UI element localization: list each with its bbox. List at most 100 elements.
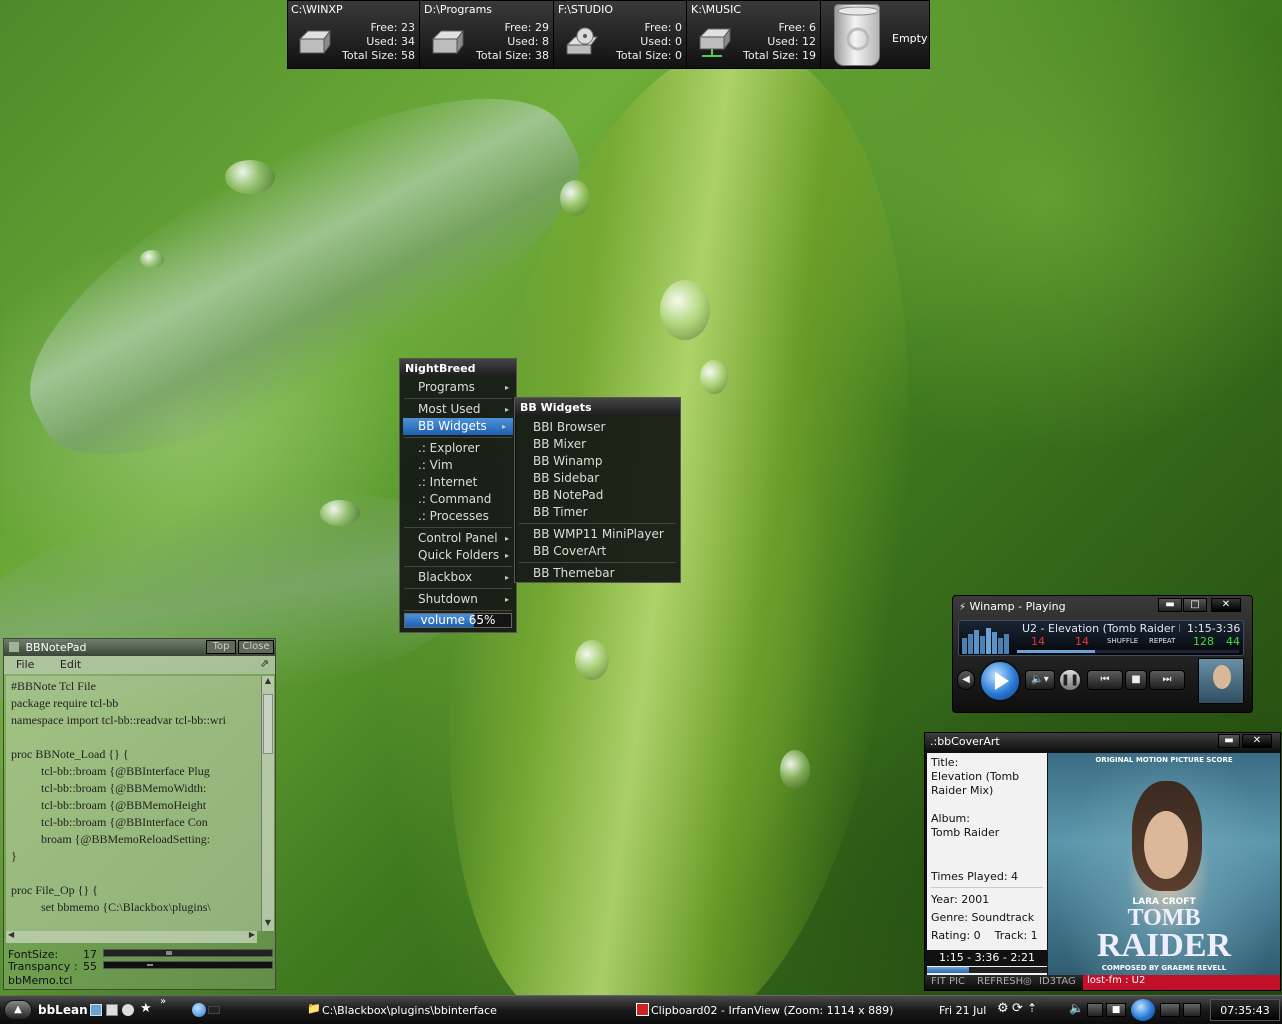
task-bbinterface[interactable]: C:\Blackbox\plugins\bbinterface	[322, 1004, 497, 1017]
play-button[interactable]	[979, 660, 1021, 702]
speaker-icon[interactable]: 🔈	[1069, 1001, 1084, 1015]
pause-button[interactable]: ❚❚	[1059, 669, 1081, 691]
scroll-left-icon[interactable]: ◀	[8, 930, 14, 939]
tray-next-icon[interactable]	[1160, 1003, 1180, 1017]
menu-item-command[interactable]: .: Command	[400, 491, 516, 508]
star-icon[interactable]: ★	[140, 1001, 152, 1016]
slider-thumb[interactable]	[147, 964, 153, 966]
menu-item-bb-notepad[interactable]: BB NotePad	[515, 487, 680, 504]
transparency-value: 55	[83, 960, 97, 973]
fontsize-slider[interactable]	[103, 949, 273, 957]
menu-item-bbi-browser[interactable]: BBI Browser	[515, 419, 680, 436]
menu-item-bb-mixer[interactable]: BB Mixer	[515, 436, 680, 453]
seek-bar[interactable]	[1017, 650, 1239, 653]
notepad-title-bar[interactable]: BBNotePad Top Close	[4, 639, 275, 656]
close-button[interactable]: ✕	[1242, 734, 1272, 748]
recycle-bin-icon[interactable]	[834, 4, 880, 66]
tray-prev-icon[interactable]	[1087, 1003, 1103, 1017]
maximize-button[interactable]: □	[1183, 598, 1207, 612]
id3tag-button[interactable]: ID3TAG	[1039, 976, 1076, 987]
arrow-circle-icon[interactable]	[192, 1003, 206, 1017]
scroll-up-icon[interactable]: ▲	[262, 676, 274, 689]
menu-item-processes[interactable]: .: Processes	[400, 508, 516, 525]
menu-item-control-panel[interactable]: Control Panel ▸	[400, 530, 516, 547]
menu-item-bb-widgets[interactable]: BB Widgets ▸	[403, 418, 513, 435]
notepad-text-area[interactable]: #BBNote Tcl File package require tcl-bb …	[6, 676, 261, 931]
menu-file[interactable]: File	[16, 658, 34, 671]
minimize-button[interactable]: ▬	[1158, 598, 1182, 612]
menu-item-bb-sidebar[interactable]: BB Sidebar	[515, 470, 680, 487]
cd-drive-icon	[565, 27, 598, 55]
menu-edit[interactable]: Edit	[60, 658, 81, 671]
pin-icon[interactable]: ⇗	[260, 657, 269, 670]
arrow-up-icon[interactable]: ⇡	[1027, 1001, 1037, 1015]
winamp-title-bar[interactable]: ⚡ Winamp - Playing	[959, 600, 1066, 613]
menu-item-bb-winamp[interactable]: BB Winamp	[515, 453, 680, 470]
menu-item-quick-folders[interactable]: Quick Folders ▸	[400, 547, 516, 564]
scroll-down-icon[interactable]: ▼	[262, 918, 274, 931]
volume-label: volume 65%	[420, 613, 496, 627]
drive-d[interactable]: D:\Programs Free: 29 Used: 8 Total Size:…	[421, 1, 554, 68]
start-orb-icon[interactable]: ▲	[4, 1000, 32, 1020]
close-button[interactable]: ✕	[1211, 598, 1241, 612]
winamp-widget: ⚡ Winamp - Playing ▬ □ ✕ U2 - Elevation …	[952, 595, 1253, 713]
horizontal-scrollbar[interactable]: ◀ ▶	[6, 930, 257, 943]
menu-item-label: Quick Folders	[418, 548, 500, 562]
menu-item-vim[interactable]: .: Vim	[400, 457, 516, 474]
menu-item-shutdown[interactable]: Shutdown ▸	[400, 591, 516, 608]
tray-eject-icon[interactable]	[1183, 1003, 1201, 1017]
fit-pic-button[interactable]: FIT PIC	[931, 976, 965, 987]
scroll-right-icon[interactable]: ▶	[249, 930, 255, 939]
menu-item-explorer[interactable]: .: Explorer	[400, 440, 516, 457]
gear-icon[interactable]: ⚙	[997, 1001, 1009, 1016]
slider-thumb[interactable]	[166, 951, 172, 955]
drive-c[interactable]: C:\WINXP Free: 23 Used: 34 Total Size: 5…	[288, 1, 420, 68]
expand-icon[interactable]: »	[160, 996, 166, 1007]
recycle-symbol-icon	[837, 6, 879, 51]
pager-box[interactable]	[208, 1006, 220, 1014]
clock-box[interactable]: 07:35:43	[1210, 999, 1280, 1021]
menu-item-most-used[interactable]: Most Used ▸	[400, 401, 516, 418]
tray-stop-icon[interactable]: ■	[1106, 1003, 1126, 1017]
vertical-scrollbar[interactable]: ▲ ▼	[261, 676, 274, 931]
task-irfanview[interactable]: Clipboard02 - IrfanView (Zoom: 1114 x 88…	[651, 1004, 893, 1017]
menu-item-bb-wmp11-miniplayer[interactable]: BB WMP11 MiniPlayer	[515, 526, 680, 543]
coverart-title-bar[interactable]: .:bbCoverArt ▬ ✕	[925, 733, 1280, 751]
menu-item-bb-coverart[interactable]: BB CoverArt	[515, 543, 680, 560]
close-button[interactable]: Close	[238, 640, 274, 654]
menu-item-bb-themebar[interactable]: BB Themebar	[515, 565, 680, 582]
scroll-thumb[interactable]	[263, 694, 273, 754]
previous-button[interactable]: ⏮	[1087, 670, 1123, 690]
network-drive-icon	[698, 27, 731, 57]
settings-icon[interactable]: ◎	[1023, 976, 1032, 987]
minimize-button[interactable]: ▬	[1218, 734, 1240, 748]
play-icon	[995, 672, 1009, 690]
menu-item-programs[interactable]: Programs ▸	[400, 379, 516, 396]
volume-slider[interactable]: volume 65%	[404, 613, 512, 628]
prev-arrow-icon[interactable]: ◀	[957, 670, 975, 690]
lastfm-bar[interactable]: lost-fm : U2	[1083, 975, 1280, 990]
start-label[interactable]: bbLean	[38, 1003, 88, 1017]
drive-f[interactable]: F:\STUDIO Free: 0 Used: 0 Total Size: 0	[555, 1, 687, 68]
menu-item-blackbox[interactable]: Blackbox ▸	[400, 569, 516, 586]
tray-play-icon[interactable]	[1131, 999, 1155, 1021]
volume-icon[interactable]: 🔈▾	[1025, 670, 1055, 690]
refresh-icon[interactable]: ⟳	[1012, 1001, 1023, 1016]
drive-k[interactable]: K:\MUSIC Free: 6 Used: 12 Total Size: 19	[688, 1, 821, 68]
next-button[interactable]: ⏭	[1149, 670, 1185, 690]
transparency-slider[interactable]	[103, 961, 273, 969]
globe-icon[interactable]	[122, 1004, 134, 1016]
menu-item-internet[interactable]: .: Internet	[400, 474, 516, 491]
drive-free: Free: 6	[778, 21, 816, 34]
refresh-button[interactable]: REFRESH	[977, 976, 1023, 987]
top-button[interactable]: Top	[206, 640, 236, 654]
shuffle-indicator[interactable]: SHUFFLE	[1107, 637, 1138, 645]
media-icon[interactable]	[106, 1004, 118, 1016]
stop-button[interactable]: ■	[1125, 670, 1147, 690]
menu-item-bb-timer[interactable]: BB Timer	[515, 504, 680, 521]
album-label: Album:	[931, 812, 970, 825]
desktop-icon[interactable]	[90, 1004, 102, 1016]
progress-bar[interactable]	[927, 967, 1047, 973]
menu-item-label: Shutdown	[418, 592, 478, 606]
repeat-indicator[interactable]: REPEAT	[1149, 637, 1175, 645]
